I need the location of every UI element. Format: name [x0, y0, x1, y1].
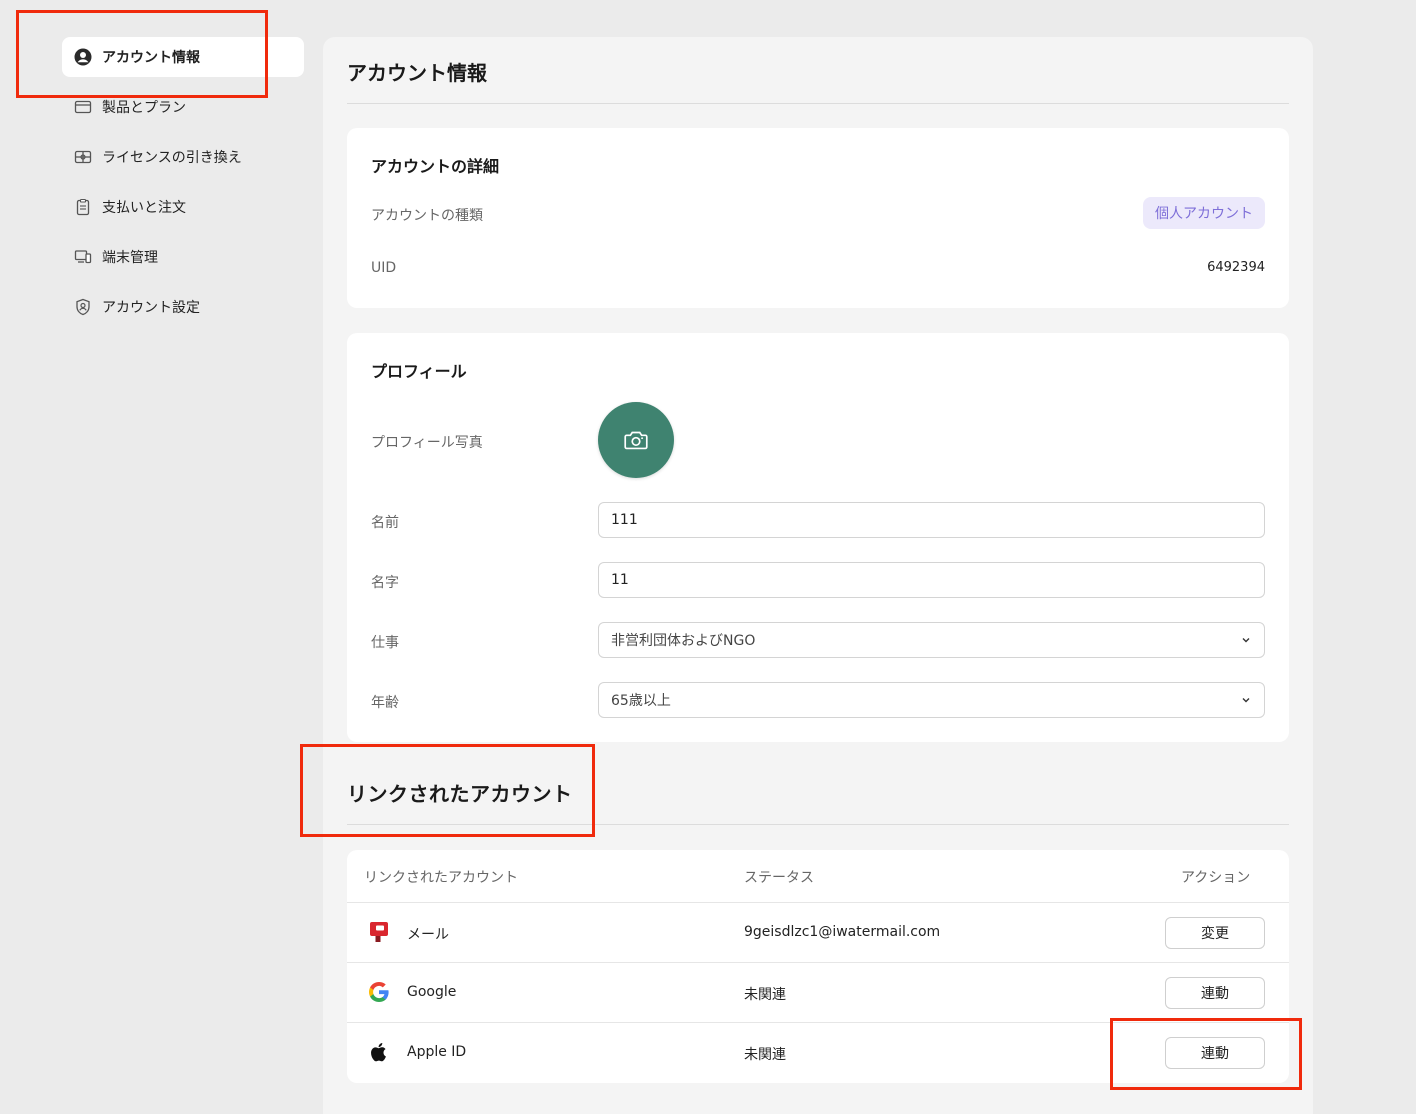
job-value: 非営利団体およびNGO [611, 633, 756, 649]
gift-icon [74, 148, 92, 166]
account-name: Apple ID [407, 1044, 467, 1060]
clipboard-icon [74, 198, 92, 216]
page-title: アカウント情報 [347, 61, 487, 85]
sidebar-item-label: 製品とプラン [102, 100, 186, 116]
profile-title: プロフィール [371, 362, 467, 381]
link-google-button[interactable]: 連動 [1165, 977, 1265, 1009]
table-row: Apple ID 未関連 連動 [347, 1022, 1289, 1082]
sidebar-item-label: アカウント情報 [102, 50, 200, 66]
column-header-status: ステータス [744, 870, 814, 886]
age-value: 65歳以上 [611, 693, 671, 709]
profile-photo-label: プロフィール写真 [371, 435, 483, 451]
devices-icon [74, 248, 92, 266]
sidebar-item-settings[interactable]: アカウント設定 [62, 287, 304, 327]
column-header-action: アクション [1181, 870, 1251, 886]
profile-photo-upload[interactable] [598, 402, 674, 478]
account-status: 9geisdlzc1@iwatermail.com [744, 924, 941, 940]
account-type-badge: 個人アカウント [1143, 197, 1265, 229]
user-circle-icon [74, 48, 92, 66]
sidebar-item-label: ライセンスの引き換え [102, 150, 242, 166]
linked-accounts-title: リンクされたアカウント [347, 782, 573, 806]
last-name-input[interactable]: 11 [598, 562, 1265, 598]
sidebar-item-products[interactable]: 製品とプラン [62, 87, 304, 127]
account-name: メール [407, 927, 449, 943]
chevron-down-icon [1242, 698, 1250, 703]
divider [347, 103, 1289, 104]
divider [347, 824, 1289, 825]
account-status: 未関連 [744, 987, 786, 1003]
table-row: Google 未関連 連動 [347, 962, 1289, 1022]
sidebar: アカウント情報 製品とプラン ライセンスの引き換え 支払いと注文 端末管理 アカ… [62, 37, 304, 337]
first-name-value: 111 [611, 512, 638, 528]
google-icon [367, 980, 391, 1004]
card-icon [74, 98, 92, 116]
job-select[interactable]: 非営利団体およびNGO [598, 622, 1265, 658]
first-name-input[interactable]: 111 [598, 502, 1265, 538]
sidebar-item-label: アカウント設定 [102, 300, 200, 316]
account-type-label: アカウントの種類 [371, 208, 483, 224]
change-email-button[interactable]: 変更 [1165, 917, 1265, 949]
uid-label: UID [371, 260, 397, 276]
chevron-down-icon [1242, 638, 1250, 643]
account-details-title: アカウントの詳細 [371, 157, 500, 176]
account-name: Google [407, 984, 457, 1000]
first-name-label: 名前 [371, 515, 399, 531]
account-details-card: アカウントの詳細 アカウントの種類 個人アカウント UID 6492394 [347, 128, 1289, 308]
sidebar-item-billing[interactable]: 支払いと注文 [62, 187, 304, 227]
sidebar-item-label: 支払いと注文 [102, 200, 186, 216]
job-label: 仕事 [371, 635, 399, 651]
mail-icon [367, 920, 391, 944]
sidebar-item-account-info[interactable]: アカウント情報 [62, 37, 304, 77]
age-select[interactable]: 65歳以上 [598, 682, 1265, 718]
table-row: メール 9geisdlzc1@iwatermail.com 変更 [347, 902, 1289, 962]
account-status: 未関連 [744, 1047, 786, 1063]
last-name-value: 11 [611, 572, 629, 588]
linked-accounts-table: リンクされたアカウント ステータス アクション メール 9geisdlzc1@i… [347, 850, 1289, 1083]
uid-value: 6492394 [1207, 260, 1265, 275]
sidebar-item-devices[interactable]: 端末管理 [62, 237, 304, 277]
shield-user-icon [74, 298, 92, 316]
age-label: 年齢 [371, 695, 399, 711]
main-panel: アカウント情報 アカウントの詳細 アカウントの種類 個人アカウント UID 64… [323, 37, 1313, 1114]
column-header-account: リンクされたアカウント [364, 870, 518, 886]
camera-icon [624, 431, 648, 450]
profile-card: プロフィール プロフィール写真 名前 111 名字 11 仕事 非営利団体および… [347, 333, 1289, 742]
sidebar-item-label: 端末管理 [102, 250, 158, 266]
apple-icon [367, 1040, 391, 1064]
last-name-label: 名字 [371, 575, 399, 591]
link-apple-button[interactable]: 連動 [1165, 1037, 1265, 1069]
sidebar-item-license[interactable]: ライセンスの引き換え [62, 137, 304, 177]
